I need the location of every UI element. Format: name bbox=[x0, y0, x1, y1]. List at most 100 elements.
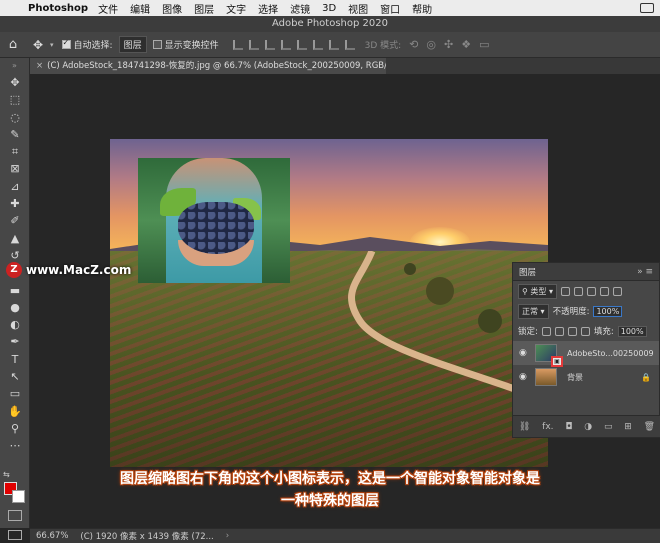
opacity-input[interactable]: 100% bbox=[593, 305, 623, 317]
menu-type[interactable]: 文字 bbox=[226, 1, 246, 16]
document-tab-bar: × (C) AdobeStock_184741298-恢复的.jpg @ 66.7… bbox=[30, 58, 660, 74]
screen-mode-icon[interactable] bbox=[8, 530, 22, 540]
new-layer-icon[interactable]: ⊞ bbox=[624, 422, 632, 432]
healing-brush-icon[interactable]: ✚ bbox=[0, 195, 30, 212]
filter-smart-object-icon[interactable] bbox=[612, 286, 622, 296]
show-transform-label: 显示变换控件 bbox=[164, 41, 219, 51]
close-tab-icon[interactable]: × bbox=[36, 61, 43, 71]
shape-tool-icon[interactable]: ▭ bbox=[0, 385, 30, 402]
visibility-eye-icon[interactable]: ◉ bbox=[519, 372, 531, 382]
path-select-icon[interactable]: ↖ bbox=[0, 368, 30, 385]
move-tool-icon[interactable]: ✥ bbox=[26, 38, 50, 52]
layer-name[interactable]: AdobeSto...00250009 bbox=[567, 349, 654, 358]
gradient-tool-icon[interactable]: ▬ bbox=[0, 282, 30, 299]
new-group-icon[interactable]: ▭ bbox=[604, 422, 613, 432]
filter-pixel-icon[interactable] bbox=[560, 286, 570, 296]
3d-roll-icon[interactable]: ◎ bbox=[426, 38, 436, 51]
lock-icon: 🔒 bbox=[641, 372, 651, 382]
type-tool-icon[interactable]: T bbox=[0, 351, 30, 368]
layer-row-background[interactable]: ◉ 背景 🔒 bbox=[513, 365, 659, 389]
home-icon[interactable]: ⌂ bbox=[0, 37, 26, 52]
layer-style-icon[interactable]: fx. bbox=[542, 422, 553, 432]
auto-select-target-dropdown[interactable]: 图层 bbox=[118, 36, 147, 53]
lock-pixels-icon[interactable] bbox=[554, 326, 564, 336]
filter-shape-icon[interactable] bbox=[599, 286, 609, 296]
menu-app-name[interactable]: Photoshop bbox=[28, 3, 88, 14]
filter-adjustment-icon[interactable] bbox=[573, 286, 583, 296]
3d-orbit-icon[interactable]: ⟲ bbox=[409, 38, 418, 51]
lock-fill-row: 锁定: 填充: 100% bbox=[513, 321, 659, 341]
visibility-eye-icon[interactable]: ◉ bbox=[519, 348, 531, 358]
menu-3d[interactable]: 3D bbox=[322, 3, 336, 14]
distribute-icon[interactable] bbox=[328, 39, 339, 50]
auto-select-checkbox[interactable] bbox=[61, 38, 71, 49]
align-right-icon[interactable] bbox=[264, 39, 275, 50]
layers-panel-title[interactable]: 图层 bbox=[513, 266, 536, 278]
align-left-icon[interactable] bbox=[232, 39, 243, 50]
crop-tool-icon[interactable]: ⌗ bbox=[0, 143, 30, 160]
clone-stamp-icon[interactable]: ▲ bbox=[0, 230, 30, 247]
mac-menubar: Photoshop 文件 编辑 图像 图层 文字 选择 滤镜 3D 视图 窗口 … bbox=[0, 0, 660, 16]
menu-image[interactable]: 图像 bbox=[162, 1, 182, 16]
3d-pan-icon[interactable]: ✣ bbox=[444, 38, 453, 51]
blur-tool-icon[interactable]: ● bbox=[0, 299, 30, 316]
align-middle-icon[interactable] bbox=[296, 39, 307, 50]
3d-scale-icon[interactable]: ▭ bbox=[479, 38, 489, 51]
status-menu-icon[interactable]: › bbox=[226, 531, 229, 541]
menu-file[interactable]: 文件 bbox=[98, 1, 118, 16]
delete-layer-icon[interactable]: 🗑 bbox=[644, 422, 655, 432]
layer-thumbnail[interactable] bbox=[535, 368, 557, 386]
eyedropper-tool-icon[interactable]: ⊿ bbox=[0, 178, 30, 195]
menu-view[interactable]: 视图 bbox=[348, 1, 368, 16]
menu-filter[interactable]: 滤镜 bbox=[290, 1, 310, 16]
align-center-icon[interactable] bbox=[248, 39, 259, 50]
document-tab-label: (C) AdobeStock_184741298-恢复的.jpg @ 66.7%… bbox=[47, 61, 386, 71]
menu-help[interactable]: 帮助 bbox=[412, 1, 432, 16]
lasso-tool-icon[interactable]: ◌ bbox=[0, 109, 30, 126]
control-center-icon[interactable] bbox=[640, 3, 654, 13]
filter-type-icon[interactable] bbox=[586, 286, 596, 296]
status-bar: 66.67% (C) 1920 像素 x 1439 像素 (72... › bbox=[30, 528, 660, 543]
adjustment-layer-icon[interactable]: ◑ bbox=[584, 422, 592, 432]
align-top-icon[interactable] bbox=[280, 39, 291, 50]
watermark: Z www.MacZ.com bbox=[6, 262, 131, 278]
dodge-tool-icon[interactable]: ◐ bbox=[0, 316, 30, 333]
blend-opacity-row: 正常 ▾ 不透明度: 100% bbox=[513, 301, 659, 321]
layer-row-smart-object[interactable]: ◉ ▣ AdobeSto...00250009 bbox=[513, 341, 659, 367]
distribute-h-icon[interactable] bbox=[344, 39, 355, 50]
move-tool-icon[interactable]: ✥ bbox=[0, 74, 30, 91]
document-tab[interactable]: × (C) AdobeStock_184741298-恢复的.jpg @ 66.7… bbox=[30, 58, 386, 74]
menu-layer[interactable]: 图层 bbox=[194, 1, 214, 16]
filter-kind-dropdown[interactable]: ⚲ 类型 ▾ bbox=[518, 283, 557, 299]
add-mask-icon[interactable]: ◘ bbox=[565, 422, 572, 432]
lock-position-icon[interactable] bbox=[567, 326, 577, 336]
show-transform-checkbox[interactable] bbox=[152, 40, 162, 49]
layer-name[interactable]: 背景 bbox=[567, 372, 583, 383]
hand-tool-icon[interactable]: ✋ bbox=[0, 403, 30, 420]
brush-tool-icon[interactable]: ✐ bbox=[0, 212, 30, 229]
layer-thumbnail[interactable]: ▣ bbox=[535, 344, 563, 367]
tool-preset-dropdown[interactable]: ▾ bbox=[50, 41, 54, 49]
toolbar-grip-icon[interactable]: » bbox=[0, 58, 29, 74]
panel-menu-icon[interactable]: » ≡ bbox=[637, 267, 653, 277]
align-bottom-icon[interactable] bbox=[312, 39, 323, 50]
zoom-level[interactable]: 66.67% bbox=[36, 531, 68, 541]
photo-grapes bbox=[178, 202, 254, 254]
lock-transparent-icon[interactable] bbox=[541, 326, 551, 336]
quick-select-tool-icon[interactable]: ✎ bbox=[0, 126, 30, 143]
link-layers-icon[interactable]: ⛓ bbox=[519, 422, 530, 432]
3d-slide-icon[interactable]: ❖ bbox=[461, 38, 471, 51]
pen-tool-icon[interactable]: ✒ bbox=[0, 333, 30, 350]
more-tools-icon[interactable]: ⋯ bbox=[0, 437, 30, 454]
lock-all-icon[interactable] bbox=[580, 326, 590, 336]
zoom-tool-icon[interactable]: ⚲ bbox=[0, 420, 30, 437]
document-info: (C) 1920 像素 x 1439 像素 (72... bbox=[80, 532, 214, 542]
marquee-tool-icon[interactable]: ⬚ bbox=[0, 91, 30, 108]
blend-mode-dropdown[interactable]: 正常 ▾ bbox=[518, 303, 549, 319]
menu-edit[interactable]: 编辑 bbox=[130, 1, 150, 16]
fill-input[interactable]: 100% bbox=[617, 325, 647, 337]
menu-select[interactable]: 选择 bbox=[258, 1, 278, 16]
smart-object-grapes-photo[interactable] bbox=[138, 158, 290, 283]
frame-tool-icon[interactable]: ⊠ bbox=[0, 160, 30, 177]
menu-window[interactable]: 窗口 bbox=[380, 1, 400, 16]
